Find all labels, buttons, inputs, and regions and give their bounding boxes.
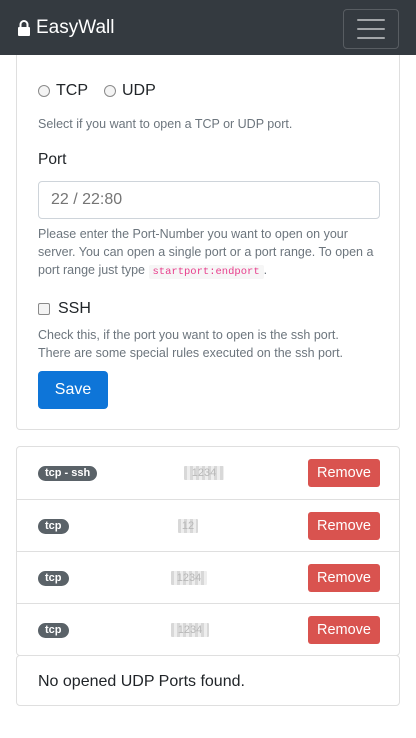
hamburger-icon [357,19,385,39]
protocol-badge: tcp [38,519,69,534]
remove-button[interactable]: Remove [308,459,380,487]
tcp-radio-label[interactable]: TCP [56,82,88,100]
remove-button[interactable]: Remove [308,512,380,540]
port-input[interactable] [38,181,380,219]
navbar: EasyWall [0,0,416,55]
port-help-end: . [263,263,268,277]
save-button[interactable]: Save [38,371,108,409]
port-number: 12 [178,519,198,533]
brand[interactable]: EasyWall [17,16,114,40]
add-port-form: TCP UDP Select if you want to open a TCP… [16,55,400,430]
ssh-checkbox-label[interactable]: SSH [58,300,91,318]
port-range-code: startport:endport [148,265,264,279]
tcp-radio[interactable] [38,85,50,97]
tcp-port-list: tcp - ssh 1234 Remove tcp 12 Remove tcp … [16,446,400,656]
port-number: 1234 [184,466,224,480]
ssh-checkbox[interactable] [38,303,50,315]
ssh-help-text: Check this, if the port you want to open… [38,328,344,360]
port-row: tcp 12 Remove [17,499,399,551]
menu-toggle-button[interactable] [343,9,399,49]
ssh-checkbox-row: SSH [38,299,91,319]
udp-empty-message: No opened UDP Ports found. [38,673,245,690]
udp-radio[interactable] [104,85,116,97]
remove-button[interactable]: Remove [308,564,380,592]
port-number: 1234 [171,623,209,637]
port-help-text: Please enter the Port-Number you want to… [38,225,383,281]
protocol-badge: tcp - ssh [38,466,98,481]
protocol-radio-group: TCP UDP [38,80,172,102]
brand-name: EasyWall [36,17,115,38]
port-number: 1234 [171,571,207,585]
protocol-badge: tcp [38,623,69,638]
lock-icon [18,20,30,36]
udp-radio-label[interactable]: UDP [122,82,156,100]
protocol-badge: tcp [38,571,69,586]
port-row: tcp 1234 Remove [17,551,399,603]
udp-port-list: No opened UDP Ports found. [16,655,400,706]
port-row: tcp 1234 Remove [17,603,399,655]
protocol-help-text: Select if you want to open a TCP or UDP … [38,117,293,131]
remove-button[interactable]: Remove [308,616,380,644]
port-label: Port [38,151,67,168]
port-row: tcp - ssh 1234 Remove [17,447,399,499]
